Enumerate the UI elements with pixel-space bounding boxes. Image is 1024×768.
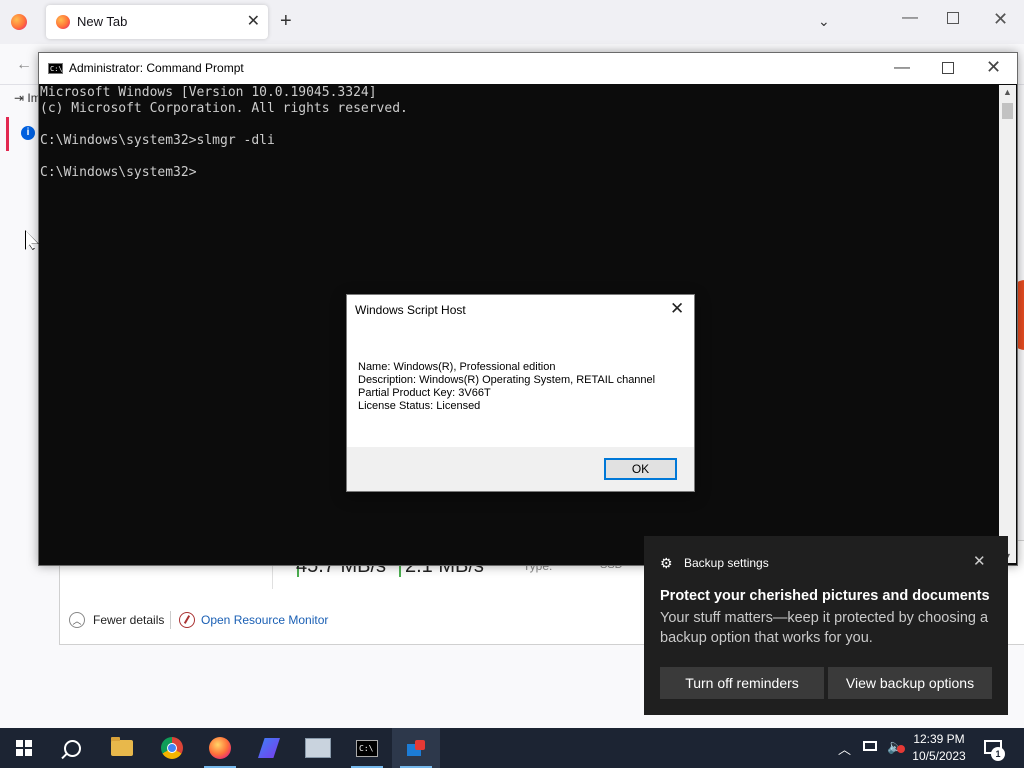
close-icon[interactable]: ✕ [973,552,986,570]
windows-logo-icon [16,740,32,756]
cmd-window-title: Administrator: Command Prompt [69,61,244,75]
fewer-details-label: Fewer details [93,613,165,627]
license-status: License Status: Licensed [358,400,481,412]
cmd-app-icon: C:\ [48,63,63,74]
tab-title: New Tab [77,14,128,29]
volume-muted-badge-icon [897,745,905,753]
cmd-title-bar[interactable]: C:\ Administrator: Command Prompt — ✕ [39,53,1017,84]
show-hidden-icons-chevron-icon[interactable]: ︿ [838,739,851,758]
windows-script-host-dialog[interactable]: Windows Script Host ✕ Name: Windows(R), … [346,294,695,492]
toast-body: Your stuff matters—keep it protected by … [660,610,989,646]
copilot-icon [258,738,280,758]
chrome-icon [161,737,183,759]
console-line: Microsoft Windows [Version 10.0.19045.33… [40,85,377,100]
dialog-message: Name: Windows(R), Professional edition D… [358,361,655,413]
toast-app-name: Backup settings [684,556,769,570]
virtual-machine-icon [305,738,331,758]
import-bookmarks-link[interactable]: ⇥ Im [14,91,41,105]
file-explorer-button[interactable] [98,728,146,768]
firefox-tab-bar: New Tab ✕ + ⌄ — ✕ [0,0,1024,44]
tab-close-icon[interactable]: ✕ [247,11,260,31]
info-bar-accent [6,117,9,151]
firefox-favicon-icon [56,15,70,29]
chevron-up-icon: ︿ [69,612,85,628]
chrome-button[interactable] [148,728,196,768]
windows-script-host-icon [405,738,427,758]
license-name: Name: Windows(R), Professional edition [358,361,556,373]
restore-icon[interactable] [947,12,959,24]
folder-icon [111,737,133,756]
ok-button[interactable]: OK [604,458,677,480]
search-icon [63,739,81,757]
dialog-title: Windows Script Host [355,303,466,317]
resource-monitor-icon [179,612,195,628]
view-backup-options-button[interactable]: View backup options [828,667,992,699]
clock-time: 12:39 PM [913,732,965,746]
close-icon[interactable]: ✕ [986,57,1001,78]
fewer-details-button[interactable]: ︿ Fewer details [69,611,164,629]
mouse-cursor [26,231,38,249]
firefox-button[interactable] [196,728,244,768]
start-button[interactable] [0,728,48,768]
console-line: C:\Windows\system32>slmgr -dli [40,133,275,148]
new-tab-button[interactable]: + [280,10,292,33]
clock-date: 10/5/2023 [912,749,966,763]
notification-count-badge: 1 [991,747,1005,761]
back-arrow-icon[interactable]: ← [16,56,32,74]
command-prompt-icon: C:\ [356,739,378,757]
windows-script-host-taskbar-button[interactable] [392,728,440,768]
copilot-button[interactable] [245,728,293,768]
turn-off-reminders-button[interactable]: Turn off reminders [660,667,824,699]
minimize-icon[interactable]: — [902,9,918,27]
open-resource-monitor-link[interactable]: Open Resource Monitor [179,611,328,629]
command-prompt-taskbar-button[interactable]: C:\ [343,728,391,768]
firefox-menu-icon[interactable] [11,14,27,30]
maximize-icon[interactable] [942,62,954,74]
clock[interactable]: 12:39 PM 10/5/2023 [908,731,970,765]
console-line: (c) Microsoft Corporation. All rights re… [40,101,408,116]
close-icon[interactable]: ✕ [993,9,1008,30]
virtual-machine-button[interactable] [294,728,342,768]
tab-new-tab[interactable]: New Tab ✕ [46,5,268,39]
gear-icon: ⚙ [660,555,673,571]
divider [170,611,171,629]
partial-product-key: Partial Product Key: 3V66T [358,387,491,399]
backup-toast-notification[interactable]: ⚙ Backup settings ✕ Protect your cherish… [644,536,1008,715]
toast-heading: Protect your cherished pictures and docu… [660,588,990,604]
list-all-tabs-icon[interactable]: ⌄ [818,13,830,30]
console-prompt-line: C:\Windows\system32> [40,165,197,180]
scroll-up-arrow-icon[interactable]: ▲ [1003,87,1012,97]
firefox-icon [209,737,231,759]
info-icon: i [21,126,35,140]
dialog-footer: OK [347,447,694,491]
minimize-icon[interactable]: — [894,59,910,77]
taskbar: C:\ ︿ 🔈 12:39 PM 10/5/2023 1 [0,728,1024,768]
close-icon[interactable]: ✕ [670,299,684,319]
vertical-scrollbar[interactable]: ▲ ▼ [999,85,1016,563]
search-button[interactable] [48,728,96,768]
scrollbar-thumb[interactable] [1002,103,1013,119]
open-resource-monitor-label: Open Resource Monitor [201,613,329,627]
license-description: Description: Windows(R) Operating System… [358,374,656,386]
network-icon[interactable] [863,741,877,751]
